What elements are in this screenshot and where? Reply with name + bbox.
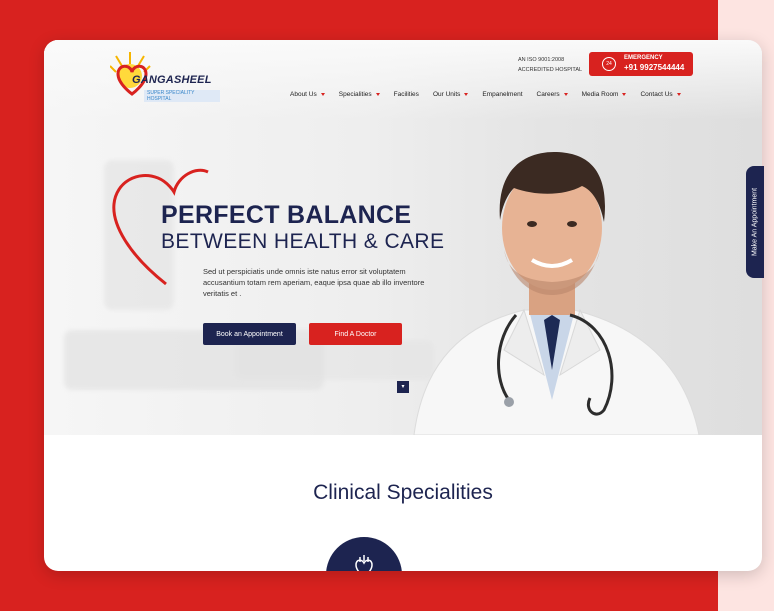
main-navigation: About Us Specialities Facilities Our Uni… <box>290 88 695 100</box>
nav-label: Facilities <box>393 90 419 98</box>
nav-media-room[interactable]: Media Room <box>582 88 627 100</box>
brand-name: GANGASHEEL <box>132 74 212 86</box>
chevron-down-icon <box>676 92 681 96</box>
nav-careers[interactable]: Careers <box>537 88 568 100</box>
find-doctor-button[interactable]: Find A Doctor <box>309 323 402 345</box>
heart-organ-icon <box>355 555 373 571</box>
make-appointment-label: Make An Appointment <box>751 187 759 257</box>
clinical-specialities-title: Clinical Specialities <box>313 481 493 504</box>
clock-24-icon: 24 <box>602 57 616 71</box>
nav-our-units[interactable]: Our Units <box>432 88 469 100</box>
hero-paragraph: Sed ut perspiciatis unde omnis iste natu… <box>203 267 425 298</box>
nav-facilities[interactable]: Facilities <box>394 88 419 100</box>
chevron-down-icon <box>375 92 380 96</box>
iso-line-2: ACCREDITED HOSPITAL <box>518 67 583 73</box>
nav-label: Empanelment <box>482 90 523 98</box>
nav-label: Media Room <box>581 90 619 98</box>
scroll-down-icon[interactable]: ▾ <box>397 381 409 393</box>
brand-logo[interactable]: GANGASHEEL SUPER SPECIALITY HOSPITAL <box>109 50 220 102</box>
hero-headline: PERFECT BALANCE <box>161 201 412 229</box>
chevron-down-icon <box>320 92 325 96</box>
nav-contact-us[interactable]: Contact Us <box>640 88 681 100</box>
emergency-contact[interactable]: 24 EMERGENCY +91 9927544444 <box>589 52 693 76</box>
nav-empanelment[interactable]: Empanelment <box>482 88 522 100</box>
emergency-label: EMERGENCY <box>624 55 663 61</box>
nav-specialities[interactable]: Specialities <box>339 88 380 100</box>
iso-certification: AN ISO 9001:2008 ACCREDITED HOSPITAL <box>518 55 582 75</box>
chevron-down-icon <box>563 92 568 96</box>
website-preview: GANGASHEEL SUPER SPECIALITY HOSPITAL AN … <box>44 40 762 571</box>
chevron-down-icon <box>622 92 627 96</box>
hero-subhead: BETWEEN HEALTH & CARE <box>161 230 445 253</box>
brand-tagline: SUPER SPECIALITY HOSPITAL <box>144 90 220 102</box>
make-appointment-tab[interactable]: Make An Appointment <box>746 166 764 278</box>
nav-label: Contact Us <box>640 90 673 98</box>
iso-line-1: AN ISO 9001:2008 <box>518 57 565 63</box>
chevron-down-icon <box>464 92 469 96</box>
doctor-photo <box>413 152 700 435</box>
hero-banner: GANGASHEEL SUPER SPECIALITY HOSPITAL AN … <box>44 40 762 435</box>
nav-label: Our Units <box>432 90 461 98</box>
speciality-icon-badge[interactable] <box>326 537 402 571</box>
nav-label: About Us <box>290 90 317 98</box>
nav-label: Specialities <box>338 90 372 98</box>
book-appointment-button[interactable]: Book an Appointment <box>203 323 296 345</box>
emergency-phone[interactable]: +91 9927544444 <box>624 63 684 72</box>
nav-label: Careers <box>536 90 560 98</box>
nav-about-us[interactable]: About Us <box>290 88 325 100</box>
